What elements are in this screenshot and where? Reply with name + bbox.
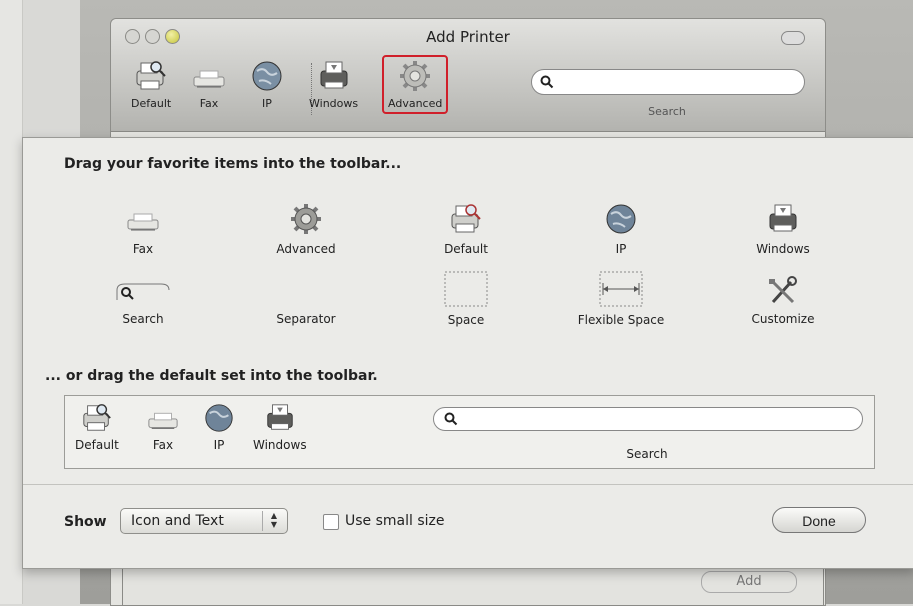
palette-item-fax[interactable]: Fax bbox=[78, 202, 208, 256]
printer-magnifier-icon bbox=[136, 61, 166, 90]
updown-arrows-icon: ▲ ▼ bbox=[262, 511, 285, 531]
separator-icon bbox=[305, 278, 307, 306]
windows-printer-icon bbox=[267, 404, 293, 430]
default-set-item: Fax bbox=[145, 402, 181, 452]
palette-item-search[interactable]: Search bbox=[78, 278, 208, 326]
space-icon bbox=[444, 271, 488, 307]
globe-icon bbox=[205, 404, 233, 432]
search-field-icon bbox=[116, 283, 170, 300]
printer-magnifier-icon bbox=[451, 204, 481, 233]
default-set-toolbar[interactable]: Default Fax IP Windows Search bbox=[64, 395, 875, 469]
palette-item-separator[interactable]: Separator bbox=[241, 278, 371, 326]
toolbar-windows-label: Windows bbox=[309, 97, 359, 110]
default-set-item-label: Fax bbox=[152, 438, 174, 452]
palette-item-label: Windows bbox=[756, 242, 810, 256]
palette-item-label: Advanced bbox=[276, 242, 336, 256]
palette-item-windows[interactable]: Windows bbox=[718, 202, 848, 256]
palette-item-label: Space bbox=[447, 313, 485, 327]
fax-icon bbox=[127, 213, 159, 231]
palette-item-label: Search bbox=[122, 312, 164, 326]
toolbar-search-field[interactable] bbox=[531, 69, 805, 95]
show-popup[interactable]: Icon and Text ▲ ▼ bbox=[120, 508, 288, 534]
toolbar-advanced[interactable]: Advanced bbox=[382, 55, 449, 114]
page-edge bbox=[0, 0, 23, 604]
toolbar-fax-label: Fax bbox=[199, 97, 219, 110]
palette-item-space[interactable]: Space bbox=[401, 271, 531, 327]
small-size-checkbox[interactable] bbox=[323, 514, 339, 530]
palette-item-label: IP bbox=[615, 242, 627, 256]
palette-item-label: Default bbox=[444, 242, 488, 256]
default-set-item: IP bbox=[201, 402, 237, 452]
default-set-item: Windows bbox=[253, 402, 307, 452]
fax-icon bbox=[193, 70, 225, 88]
palette-item-advanced[interactable]: Advanced bbox=[241, 202, 371, 256]
toolbar-advanced-label: Advanced bbox=[388, 97, 443, 110]
show-popup-value: Icon and Text bbox=[131, 513, 224, 529]
palette-item-flexible-space[interactable]: Flexible Space bbox=[556, 271, 686, 327]
toolbar-default-label: Default bbox=[131, 97, 172, 110]
toolbar-fax[interactable]: Fax bbox=[191, 59, 227, 110]
toolbar-toggle-button[interactable] bbox=[781, 31, 805, 45]
palette-item-ip[interactable]: IP bbox=[556, 202, 686, 256]
windows-printer-icon bbox=[320, 61, 348, 89]
palette-item-default[interactable]: Default bbox=[401, 202, 531, 256]
globe-icon bbox=[252, 61, 282, 91]
toolbar-search-label: Search bbox=[648, 105, 686, 118]
add-button[interactable]: Add bbox=[701, 571, 797, 593]
toolbar: Add Printer Default Fax IP Windows Advan… bbox=[111, 19, 825, 132]
default-set-heading: ... or drag the default set into the too… bbox=[45, 368, 378, 384]
toolbar-ip-label: IP bbox=[262, 97, 272, 110]
favorites-heading: Drag your favorite items into the toolba… bbox=[64, 156, 402, 172]
palette-item-label: Flexible Space bbox=[577, 313, 665, 327]
windows-printer-icon bbox=[769, 204, 797, 232]
palette-item-label: Customize bbox=[751, 312, 815, 326]
done-button[interactable]: Done bbox=[772, 507, 866, 533]
small-size-label[interactable]: Use small size bbox=[345, 513, 445, 529]
palette-item-customize[interactable]: Customize bbox=[718, 276, 848, 326]
show-label: Show bbox=[64, 514, 107, 530]
palette-item-label: Separator bbox=[276, 312, 336, 326]
default-set-item-label: Default bbox=[75, 438, 119, 452]
divider bbox=[23, 484, 913, 485]
printer-magnifier-icon bbox=[83, 404, 111, 431]
palette-item-label: Fax bbox=[132, 242, 154, 256]
window-title: Add Printer bbox=[426, 28, 510, 46]
default-set-item: Default bbox=[75, 402, 119, 452]
magnifier-icon bbox=[540, 75, 554, 89]
toolbar-default[interactable]: Default bbox=[131, 59, 171, 110]
default-set-search-field bbox=[433, 407, 863, 431]
magnifier-icon bbox=[444, 412, 458, 426]
default-set-item-label: Windows bbox=[253, 438, 307, 452]
globe-icon bbox=[606, 204, 636, 234]
tools-icon bbox=[769, 276, 797, 304]
background-window-footer: Add bbox=[122, 567, 824, 606]
gear-icon bbox=[291, 204, 321, 234]
customize-toolbar-sheet: Drag your favorite items into the toolba… bbox=[22, 137, 913, 569]
flexible-space-icon bbox=[599, 271, 643, 307]
fax-icon bbox=[148, 412, 178, 429]
gear-icon bbox=[400, 61, 431, 91]
default-set-search-label: Search bbox=[626, 447, 668, 461]
toolbar-windows[interactable]: Windows bbox=[309, 59, 358, 110]
toolbar-ip[interactable]: IP bbox=[249, 59, 285, 110]
default-set-item-label: IP bbox=[213, 438, 225, 452]
